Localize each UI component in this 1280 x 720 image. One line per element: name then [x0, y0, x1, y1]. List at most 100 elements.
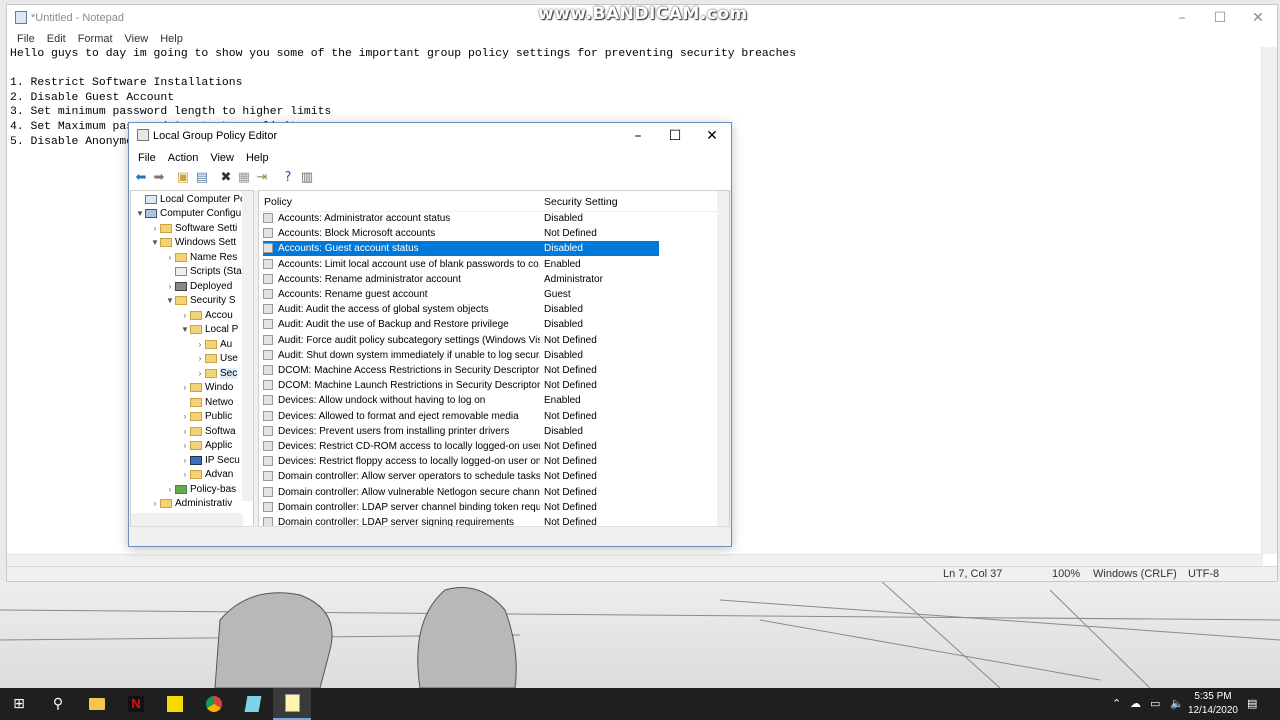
- tree-item-security-options[interactable]: › Sec: [195, 367, 238, 381]
- status-bar: Ln 7, Col 37 100% Windows (CRLF) UTF-8: [7, 566, 1277, 581]
- tree-item[interactable]: ▼ Windows Sett: [150, 236, 236, 250]
- tree-item[interactable]: ▼ Local P: [180, 323, 238, 337]
- policy-row[interactable]: Audit: Audit the use of Backup and Resto…: [263, 317, 659, 332]
- policy-row[interactable]: Audit: Force audit policy subcategory se…: [263, 333, 659, 348]
- start-icon[interactable]: ⊞: [0, 688, 38, 720]
- column-policy[interactable]: Policy: [264, 196, 292, 208]
- policy-row[interactable]: Devices: Restrict CD-ROM access to local…: [263, 439, 659, 454]
- policy-row[interactable]: Devices: Allowed to format and eject rem…: [263, 409, 659, 424]
- menu-file[interactable]: File: [132, 149, 162, 167]
- close-icon[interactable]: ✕: [1239, 5, 1277, 31]
- chrome-icon[interactable]: [195, 688, 233, 720]
- tree-item[interactable]: › IP Secu: [180, 454, 240, 468]
- cursor-position: Ln 7, Col 37: [943, 568, 1003, 580]
- notifications-icon[interactable]: ▤: [1247, 697, 1257, 710]
- maximize-icon[interactable]: ☐: [656, 123, 694, 149]
- policy-row[interactable]: Accounts: Limit local account use of bla…: [263, 257, 659, 272]
- tree-item[interactable]: Local Computer Polic: [135, 193, 253, 207]
- list-header: Policy Security Setting: [259, 191, 719, 212]
- tree-item[interactable]: ▼ Computer Configu: [135, 207, 241, 221]
- toolbar: ⬅ ➡ ▣ ▤ ✖ ▦ ⇥ ? ▥: [129, 167, 731, 192]
- menu-view[interactable]: View: [119, 31, 155, 48]
- policy-row[interactable]: DCOM: Machine Access Restrictions in Sec…: [263, 363, 659, 378]
- tree-item[interactable]: › Deployed: [165, 280, 233, 294]
- notepad-menubar: File Edit Format View Help: [7, 31, 1277, 48]
- tree-item[interactable]: › Softwa: [180, 425, 236, 439]
- network-icon[interactable]: ▭: [1150, 697, 1160, 710]
- policy-row-selected[interactable]: Accounts: Guest account status Disabled: [263, 241, 659, 256]
- gpo-status-bar: [129, 526, 731, 546]
- view-icon[interactable]: ▥: [299, 170, 315, 186]
- menu-help[interactable]: Help: [154, 31, 189, 48]
- policy-row[interactable]: Accounts: Block Microsoft accounts Not De…: [263, 226, 659, 241]
- menu-help[interactable]: Help: [240, 149, 275, 167]
- properties-icon[interactable]: ▦: [236, 170, 252, 186]
- chevron-up-icon[interactable]: ⌃: [1112, 697, 1121, 710]
- tree-item[interactable]: › Public: [180, 410, 233, 424]
- menu-action[interactable]: Action: [162, 149, 205, 167]
- maximize-icon[interactable]: ☐: [1201, 5, 1239, 31]
- tree-horizontal-scrollbar[interactable]: [131, 513, 243, 527]
- policy-row[interactable]: Accounts: Administrator account status Di…: [263, 211, 659, 226]
- tree-item[interactable]: Scripts (Sta: [165, 265, 242, 279]
- column-security-setting[interactable]: Security Setting: [544, 196, 618, 208]
- policy-row[interactable]: Devices: Allow undock without having to …: [263, 393, 659, 408]
- menu-view[interactable]: View: [204, 149, 240, 167]
- sticky-notes-icon[interactable]: [156, 688, 194, 720]
- tree-vertical-scrollbar[interactable]: [242, 191, 253, 501]
- time: 5:35 PM: [1194, 691, 1232, 702]
- menu-file[interactable]: File: [11, 31, 41, 48]
- tree-item[interactable]: › Advan: [180, 468, 234, 482]
- group-policy-editor-window: Local Group Policy Editor – ☐ ✕ File Act…: [128, 122, 732, 547]
- tree-item[interactable]: › Software Setti: [150, 222, 238, 236]
- policy-row[interactable]: Accounts: Rename administrator account Ad…: [263, 272, 659, 287]
- tree-item[interactable]: › Policy-bas: [165, 483, 236, 497]
- tree-item[interactable]: › Au: [195, 338, 233, 352]
- tree-item[interactable]: › Applic: [180, 439, 233, 453]
- search-icon[interactable]: ⚲: [39, 688, 77, 720]
- policy-row[interactable]: Devices: Prevent users from installing p…: [263, 424, 659, 439]
- forward-icon[interactable]: ➡: [151, 170, 167, 186]
- delete-icon[interactable]: ✖: [218, 170, 234, 186]
- taskbar: ⊞ ⚲ N ⌃ ☁ ▭ 🔈 5:35 PM 12/14/2020 ▤: [0, 688, 1280, 720]
- tree-item[interactable]: › Accou: [180, 309, 233, 323]
- policy-row[interactable]: Domain controller: Allow vulnerable Netl…: [263, 485, 659, 500]
- minimize-icon[interactable]: –: [619, 123, 657, 149]
- netflix-icon[interactable]: N: [117, 688, 155, 720]
- tree-item[interactable]: › Name Res: [165, 251, 238, 265]
- policy-row[interactable]: Domain controller: Allow server operator…: [263, 469, 659, 484]
- menu-format[interactable]: Format: [72, 31, 119, 48]
- clock[interactable]: 5:35 PM 12/14/2020: [1188, 690, 1238, 718]
- up-folder-icon[interactable]: ▣: [175, 170, 191, 186]
- notepad-icon: [15, 11, 27, 24]
- policy-row[interactable]: Audit: Audit the access of global system…: [263, 302, 659, 317]
- tree-item[interactable]: Netwo: [180, 396, 233, 410]
- policy-row[interactable]: Domain controller: LDAP server channel b…: [263, 500, 659, 515]
- gpo-title: Local Group Policy Editor: [153, 130, 278, 142]
- show-hide-tree-icon[interactable]: ▤: [194, 170, 210, 186]
- policy-row[interactable]: Audit: Shut down system immediately if u…: [263, 348, 659, 363]
- back-icon[interactable]: ⬅: [133, 170, 149, 186]
- policy-row[interactable]: Devices: Restrict floppy access to local…: [263, 454, 659, 469]
- policy-list[interactable]: Policy Security Setting Accounts: Admini…: [258, 190, 730, 528]
- volume-icon[interactable]: 🔈: [1170, 697, 1184, 710]
- tree-item[interactable]: › Use: [195, 352, 238, 366]
- minimize-icon[interactable]: –: [1163, 5, 1201, 31]
- help-icon[interactable]: ?: [280, 170, 296, 186]
- tree-item[interactable]: › Administrativ: [150, 497, 233, 511]
- vertical-scrollbar[interactable]: [1261, 47, 1277, 554]
- tree-item[interactable]: ▼ Security S: [165, 294, 236, 308]
- tree-item[interactable]: › Windo: [180, 381, 234, 395]
- notepad-icon[interactable]: [273, 688, 311, 720]
- unknown-app-icon[interactable]: [234, 688, 272, 720]
- encoding: UTF-8: [1188, 568, 1220, 580]
- policy-row[interactable]: Accounts: Rename guest account Guest: [263, 287, 659, 302]
- file-explorer-icon[interactable]: [78, 688, 116, 720]
- close-icon[interactable]: ✕: [693, 123, 731, 149]
- onedrive-icon[interactable]: ☁: [1130, 697, 1141, 710]
- list-vertical-scrollbar[interactable]: [717, 191, 729, 527]
- export-list-icon[interactable]: ⇥: [254, 170, 270, 186]
- menu-edit[interactable]: Edit: [41, 31, 72, 48]
- console-tree[interactable]: Local Computer Polic ▼ Computer Configu ›…: [130, 190, 254, 528]
- policy-row[interactable]: DCOM: Machine Launch Restrictions in Sec…: [263, 378, 659, 393]
